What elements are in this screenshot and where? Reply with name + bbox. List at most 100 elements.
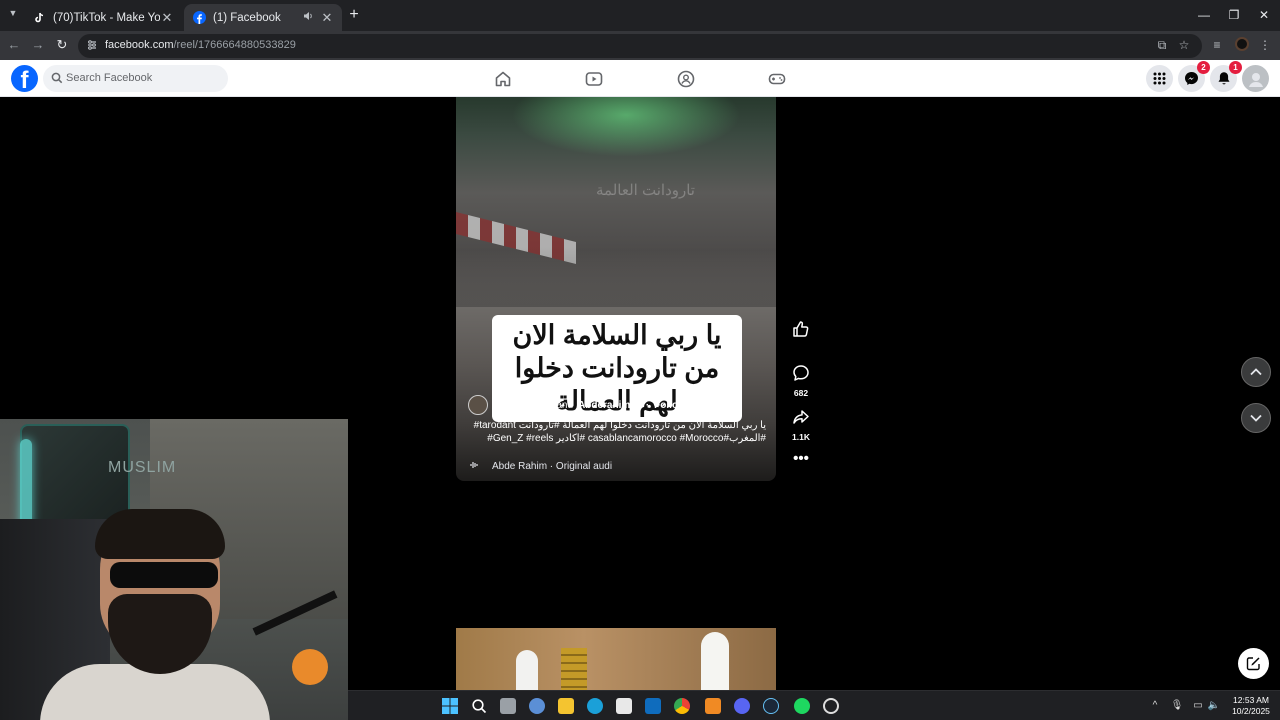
file-explorer-icon[interactable] — [558, 698, 574, 714]
microphone-icon[interactable]: 🎙 — [1170, 699, 1184, 713]
search-icon[interactable] — [471, 698, 487, 714]
clock-date: 10/2/2025 — [1232, 706, 1270, 716]
speaker-icon[interactable] — [303, 11, 317, 24]
next-reel-preview[interactable] — [456, 628, 776, 690]
and-text: and — [556, 399, 574, 411]
edge-icon[interactable] — [587, 698, 603, 714]
windows-taskbar: ^ 🎙 ▭ 🔈 12:53 AM 10/2/2025 — [348, 690, 1280, 720]
app-icon[interactable] — [705, 698, 721, 714]
back-icon[interactable]: ← — [6, 37, 22, 53]
bookmark-star-icon[interactable]: ☆ — [1176, 37, 1192, 53]
url-text: facebook.com/reel/1766664880533829 — [105, 39, 296, 51]
comments-count: 682 — [793, 388, 809, 398]
reload-icon[interactable]: ↻ — [54, 37, 70, 53]
minimize-icon[interactable]: — — [1188, 0, 1220, 31]
close-tab-icon[interactable]: ✕ — [320, 10, 334, 26]
taskbar-clock[interactable]: 12:53 AM 10/2/2025 — [1228, 695, 1274, 717]
volume-icon[interactable]: 🔈 — [1207, 699, 1221, 713]
tray-overflow-icon[interactable]: ^ — [1148, 699, 1162, 713]
steam-icon[interactable] — [763, 698, 779, 714]
description-line: يا ربي السلامة الان من تارودانت دخلوا له… — [473, 420, 766, 431]
settings-icon[interactable] — [529, 698, 545, 714]
outlook-icon[interactable] — [645, 698, 661, 714]
new-message-button[interactable] — [1238, 648, 1269, 679]
owner-avatar[interactable] — [468, 395, 488, 415]
messenger-button[interactable]: 2 — [1178, 61, 1210, 92]
follow-button[interactable]: Follow — [654, 400, 686, 411]
url-path: /reel/1766664880533829 — [173, 39, 296, 51]
more-options-icon[interactable]: ••• — [788, 451, 814, 466]
comment-icon — [793, 365, 809, 381]
forward-icon[interactable]: → — [30, 37, 46, 53]
previous-reel-button[interactable] — [1241, 357, 1271, 387]
chevron-up-icon — [1250, 368, 1262, 376]
like-button[interactable] — [788, 320, 814, 343]
comment-button[interactable]: 682 — [788, 364, 814, 398]
shares-count: 1.1K — [792, 432, 810, 442]
reel-video[interactable]: تارودانت العالمة يا ربي السلامة الان من … — [456, 97, 776, 481]
sunglasses — [110, 562, 218, 588]
profile-avatar-icon[interactable] — [1235, 37, 1249, 51]
audio-wave-icon — [470, 461, 478, 472]
video-icon[interactable] — [585, 70, 603, 88]
site-info-icon[interactable] — [86, 39, 100, 53]
share-icon — [793, 410, 809, 424]
media-control-icon[interactable]: ≡ — [1209, 37, 1225, 53]
restore-icon[interactable]: ❐ — [1218, 0, 1250, 31]
tab-facebook[interactable]: (1) Facebook ✕ — [184, 4, 342, 31]
video-watermark: تارودانت العالمة — [596, 182, 695, 199]
preview-object — [516, 650, 538, 690]
search-input[interactable]: Search Facebook — [43, 65, 228, 92]
tab-title: (1) Facebook — [213, 11, 281, 24]
tab-tiktok[interactable]: (70)TikTok - Make Your Day ✕ — [24, 4, 182, 31]
clock-time: 12:53 AM — [1233, 695, 1269, 705]
spotify-icon[interactable] — [794, 698, 810, 714]
reel-description: يا ربي السلامة الان من تارودانت دخلوا له… — [470, 419, 766, 445]
install-app-icon[interactable]: ⧉ — [1154, 37, 1170, 53]
new-tab-button[interactable]: + — [346, 6, 362, 24]
neon-light — [20, 439, 32, 529]
chevron-down-icon — [1250, 414, 1262, 422]
account-avatar[interactable] — [1242, 65, 1269, 92]
search-placeholder: Search Facebook — [66, 72, 153, 84]
display-icon[interactable]: ▭ — [1191, 699, 1205, 713]
chrome-icon[interactable] — [674, 698, 690, 714]
gaming-icon[interactable] — [768, 70, 786, 88]
app-icon[interactable] — [823, 698, 839, 714]
browser-toolbar: ← → ↻ facebook.com/reel/1766664880533829… — [0, 31, 1280, 60]
description-line[interactable]: #المغرب#casablancamorocco #Morocco #اكاد… — [470, 432, 766, 445]
notifications-button[interactable]: 1 — [1210, 61, 1242, 92]
groups-icon[interactable] — [677, 70, 695, 88]
task-view-icon[interactable] — [500, 698, 516, 714]
close-window-icon[interactable]: ✕ — [1248, 0, 1280, 31]
reel-audio[interactable]: Abde Rahim · Original audi — [470, 461, 612, 472]
street-lights — [511, 97, 741, 157]
address-bar[interactable]: facebook.com/reel/1766664880533829 — [78, 34, 1202, 58]
store-icon[interactable] — [616, 698, 632, 714]
windows-start-icon[interactable] — [442, 698, 458, 714]
menu-grid-button[interactable] — [1146, 65, 1173, 92]
share-button[interactable]: 1.1K — [788, 408, 814, 442]
audio-label: Abde Rahim · Original audi — [492, 461, 613, 472]
next-reel-button[interactable] — [1241, 403, 1271, 433]
tiktok-icon — [32, 11, 46, 25]
streamer-beard — [108, 594, 212, 674]
owner-name[interactable]: Abde Rahim — [493, 400, 551, 411]
facebook-logo-icon[interactable]: f — [11, 65, 38, 92]
coauthor-name[interactable]: Abderahim G — [578, 400, 641, 411]
webcam-overlay: MUSLIM — [0, 419, 348, 720]
facebook-header: f Search Facebook 2 1 — [0, 60, 1280, 97]
discord-icon[interactable] — [734, 698, 750, 714]
orange-plush — [292, 649, 328, 685]
home-icon[interactable] — [494, 70, 512, 88]
url-domain: facebook.com — [105, 39, 174, 51]
facebook-favicon-icon — [192, 11, 206, 25]
road — [456, 247, 776, 307]
messenger-badge: 2 — [1197, 61, 1210, 74]
thumbs-up-icon — [793, 321, 809, 337]
grid-icon — [1153, 72, 1166, 85]
close-tab-icon[interactable]: ✕ — [160, 10, 174, 26]
tab-search-icon[interactable]: ▼ — [6, 8, 20, 22]
browser-menu-icon[interactable]: ⋮ — [1257, 37, 1273, 53]
notifications-badge: 1 — [1229, 61, 1242, 74]
